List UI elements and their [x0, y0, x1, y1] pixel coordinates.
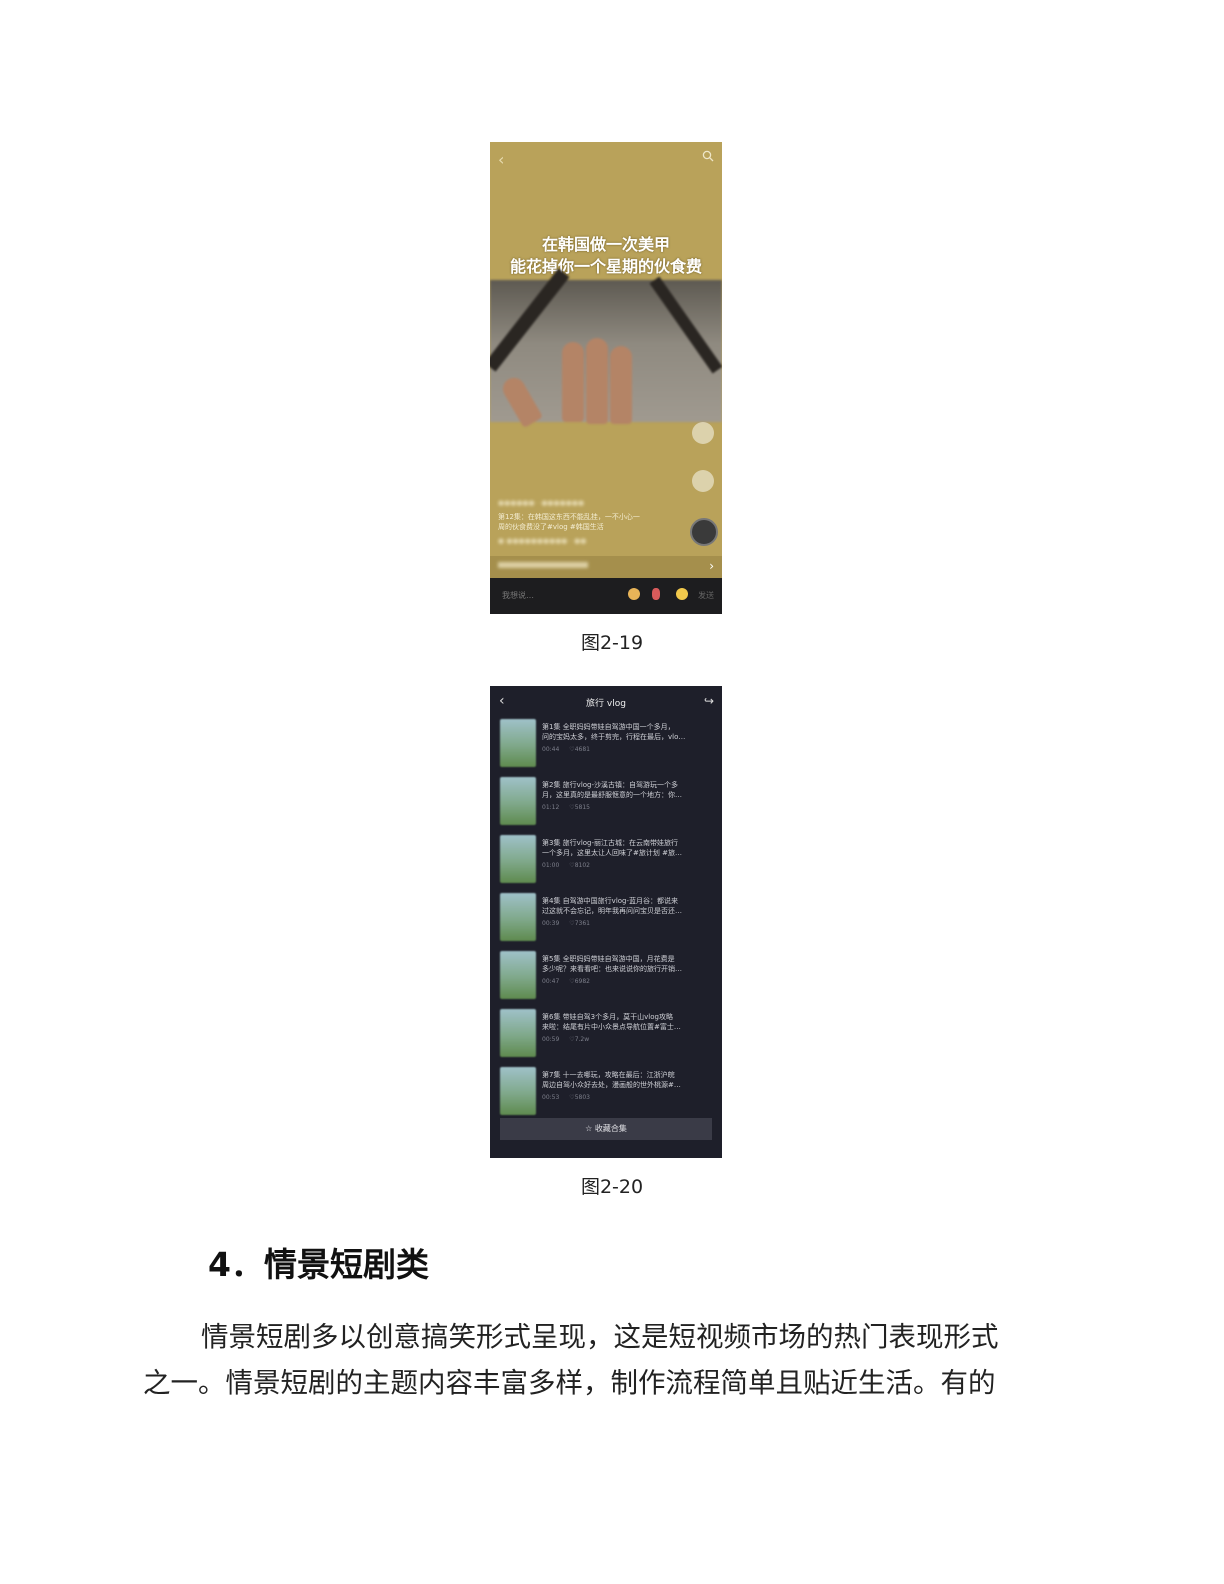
figure-caption-2-19: 图2-19 — [580, 632, 644, 654]
episode-title-line2: 来啦：结尾有片中小众景点导航位置#富士… — [542, 1023, 681, 1031]
music-disc-icon[interactable] — [690, 518, 718, 546]
comment-icon[interactable] — [692, 422, 714, 444]
paragraph-line-2: 之一。情景短剧的主题内容丰富多样，制作流程简单且贴近生活。有的 — [143, 1367, 996, 1399]
episode-duration: 00:39 — [542, 920, 560, 927]
episode-duration: 00:53 — [542, 1094, 560, 1101]
collect-collection-button[interactable]: ☆ 收藏合集 — [500, 1118, 712, 1140]
episode-title-line2: 周边自驾小众好去处，漫画般的世外桃源#… — [542, 1081, 681, 1089]
episode-thumbnail[interactable] — [500, 951, 536, 999]
episode-meta: 00:47 ♡6982 — [542, 978, 590, 985]
video-topbar: ‹ — [490, 142, 722, 178]
figure-caption-2-20: 图2-20 — [580, 1176, 644, 1198]
episode-text: 第1集 全职妈妈带娃自驾游中国一个多月， 问的宝妈太多，终于剪完，行程在最后，vl… — [542, 722, 718, 755]
episode-duration: 00:59 — [542, 1036, 560, 1043]
episode-likes: 4681 — [574, 746, 590, 753]
episode-likes: 6982 — [574, 978, 590, 985]
episode-text: 第2集 旅行vlog-沙溪古镇：自驾游玩一个多 月，这里真的是最舒服惬意的一个地方… — [542, 780, 718, 813]
episode-thumbnail[interactable] — [500, 719, 536, 767]
episode-duration: 01:00 — [542, 862, 560, 869]
episode-meta: 01:12 ♡5815 — [542, 804, 590, 811]
episode-row[interactable]: 第4集 自驾游中国旅行vlog-蓝月谷：都说来 过这就不会忘记，明年我再问问宝贝是… — [490, 890, 722, 948]
comment-input-placeholder[interactable]: 我想说… — [502, 590, 534, 601]
episode-row[interactable]: 第1集 全职妈妈带娃自驾游中国一个多月， 问的宝妈太多，终于剪完，行程在最后，vl… — [490, 716, 722, 774]
episode-row[interactable]: 第7集 十一去哪玩，攻略在最后：江浙沪皖 周边自驾小众好去处，漫画般的世外桃源#…… — [490, 1064, 722, 1122]
episode-thumbnail[interactable] — [500, 1009, 536, 1057]
episode-text: 第4集 自驾游中国旅行vlog-蓝月谷：都说来 过这就不会忘记，明年我再问问宝贝是… — [542, 896, 718, 929]
video-overlay-caption: 在韩国做一次美甲 能花掉你一个星期的伙食费 — [490, 234, 722, 278]
episode-duration: 01:12 — [542, 804, 560, 811]
episode-row[interactable]: 第3集 旅行vlog-丽江古城：在云南带娃旅行 一个多月，这里太让人回味了#旅计划… — [490, 832, 722, 890]
episode-title-line2: 多少呢？来看看吧：也来说说你的旅行开销… — [542, 965, 682, 973]
episode-row[interactable]: 第5集 全职妈妈带娃自驾游中国，月花费是 多少呢？来看看吧：也来说说你的旅行开销…… — [490, 948, 722, 1006]
video-description: ●●●●●● · ●●●●●●● 第12集：在韩国这东西不能乱挂，一不小心一 周… — [498, 498, 678, 546]
paragraph-line-1: 情景短剧多以创意搞笑形式呈现，这是短视频市场的热门表现形式 — [201, 1321, 999, 1353]
episode-row[interactable]: 第2集 旅行vlog-沙溪古镇：自驾游玩一个多 月，这里真的是最舒服惬意的一个地方… — [490, 774, 722, 832]
episode-title-line2: 月，这里真的是最舒服惬意的一个地方：你… — [542, 791, 682, 799]
episode-title-line2: 问的宝妈太多，终于剪完，行程在最后，vlo… — [542, 733, 686, 741]
episode-title-line1: 第3集 旅行vlog-丽江古城：在云南带娃旅行 — [542, 839, 679, 847]
episode-likes: 7361 — [574, 920, 590, 927]
thumbs-up-icon[interactable] — [628, 588, 640, 600]
episode-row[interactable]: 第6集 带娃自驾3个多月，莫干山vlog攻略 来啦：结尾有片中小众景点导航位置#富… — [490, 1006, 722, 1064]
episode-meta: 00:39 ♡7361 — [542, 920, 590, 927]
episode-thumbnail[interactable] — [500, 835, 536, 883]
episode-title-line1: 第2集 旅行vlog-沙溪古镇：自驾游玩一个多 — [542, 781, 679, 789]
chevron-right-icon: › — [709, 559, 714, 573]
figure-2-19-screenshot: ‹ 在韩国做一次美甲 能花掉你一个星期的伙食费 ●●●●●● · ●●●●●●●… — [490, 142, 722, 614]
emoji-icon[interactable] — [676, 588, 688, 600]
video-frame-hand[interactable] — [490, 268, 722, 429]
episode-title-line1: 第6集 带娃自驾3个多月，莫干山vlog攻略 — [542, 1013, 673, 1021]
episode-meta: 00:53 ♡5803 — [542, 1094, 590, 1101]
overlay-line-2: 能花掉你一个星期的伙食费 — [509, 257, 702, 276]
episode-meta: 00:59 ♡7.2w — [542, 1036, 590, 1043]
episode-meta: 01:00 ♡8102 — [542, 862, 590, 869]
episode-likes: 7.2w — [574, 1036, 590, 1043]
playlist-header: ‹ 旅行 vlog ↪ — [490, 686, 722, 718]
comment-input-bar[interactable]: 我想说… 发送 — [490, 578, 722, 614]
episode-list: 第1集 全职妈妈带娃自驾游中国一个多月， 问的宝妈太多，终于剪完，行程在最后，vl… — [490, 716, 722, 1122]
rose-icon[interactable] — [652, 588, 660, 600]
episode-thumbnail[interactable] — [500, 893, 536, 941]
episode-title-line1: 第5集 全职妈妈带娃自驾游中国，月花费是 — [542, 955, 675, 963]
overlay-line-1: 在韩国做一次美甲 — [541, 235, 670, 254]
episode-title-line1: 第4集 自驾游中国旅行vlog-蓝月谷：都说来 — [542, 897, 679, 905]
episode-duration: 00:44 — [542, 746, 560, 753]
section-heading: 4．情景短剧类 — [208, 1245, 429, 1284]
episode-title-line2: 一个多月，这里太让人回味了#旅计划 #旅… — [542, 849, 682, 857]
episode-likes: 5815 — [574, 804, 590, 811]
episode-text: 第3集 旅行vlog-丽江古城：在云南带娃旅行 一个多月，这里太让人回味了#旅计划… — [542, 838, 718, 871]
episode-likes: 8102 — [574, 862, 590, 869]
send-button[interactable]: 发送 — [698, 590, 714, 601]
episode-thumbnail[interactable] — [500, 1067, 536, 1115]
figure-2-20-screenshot: ‹ 旅行 vlog ↪ 第1集 全职妈妈带娃自驾游中国一个多月， 问的宝妈太多，终… — [490, 686, 722, 1158]
playlist-title: 旅行 vlog — [586, 699, 626, 709]
episode-line-1: 第12集：在韩国这东西不能乱挂，一不小心一 — [498, 513, 640, 521]
search-icon[interactable] — [702, 150, 714, 162]
episode-duration: 00:47 — [542, 978, 560, 985]
episode-meta: 00:44 ♡4681 — [542, 746, 590, 753]
episode-title-line1: 第7集 十一去哪玩，攻略在最后：江浙沪皖 — [542, 1071, 675, 1079]
episode-text: 第7集 十一去哪玩，攻略在最后：江浙沪皖 周边自驾小众好去处，漫画般的世外桃源#…… — [542, 1070, 718, 1103]
collection-bar[interactable]: › — [490, 556, 722, 578]
side-action-rail — [692, 422, 716, 518]
body-paragraph: 情景短剧多以创意搞笑形式呈现，这是短视频市场的热门表现形式 之一。情景短剧的主题… — [143, 1314, 1073, 1406]
share-icon[interactable]: ↪ — [704, 694, 714, 708]
episode-thumbnail[interactable] — [500, 777, 536, 825]
episode-text: 第5集 全职妈妈带娃自驾游中国，月花费是 多少呢？来看看吧：也来说说你的旅行开销…… — [542, 954, 718, 987]
episode-line-2: 周的伙食费没了#vlog #韩国生活 — [498, 523, 604, 531]
back-arrow-icon[interactable]: ‹ — [498, 150, 504, 169]
episode-title-line2: 过这就不会忘记，明年我再问问宝贝是否还… — [542, 907, 682, 915]
episode-text: 第6集 带娃自驾3个多月，莫干山vlog攻略 来啦：结尾有片中小众景点导航位置#富… — [542, 1012, 718, 1045]
share-icon[interactable] — [692, 470, 714, 492]
episode-likes: 5803 — [574, 1094, 590, 1101]
episode-title-line1: 第1集 全职妈妈带娃自驾游中国一个多月， — [542, 723, 675, 731]
